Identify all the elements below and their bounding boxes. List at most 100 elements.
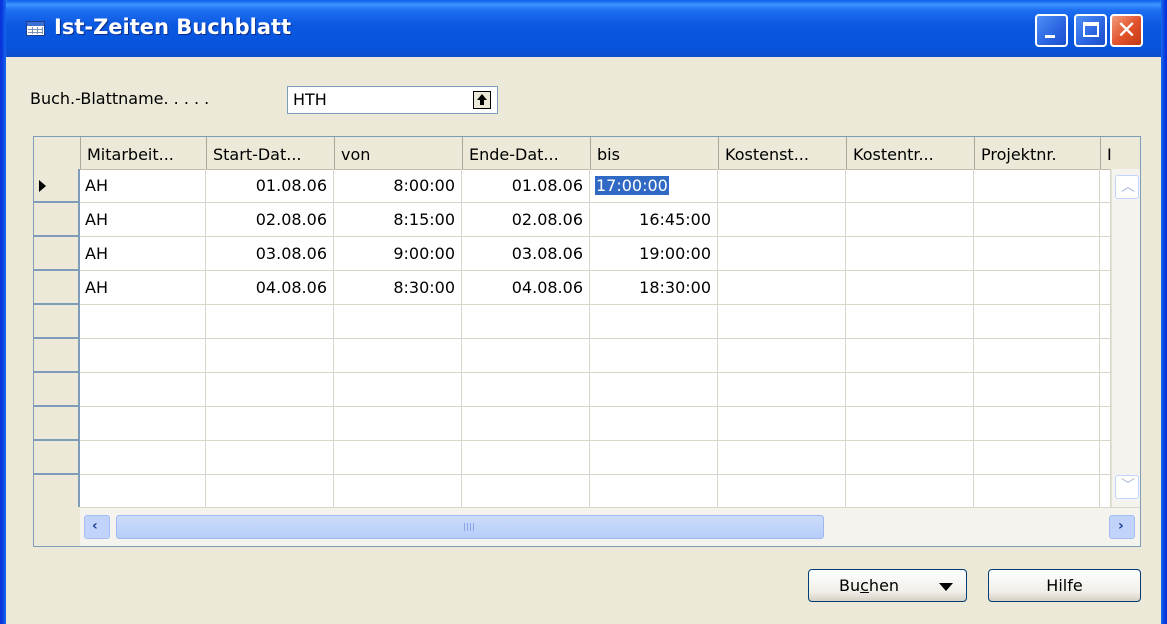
cell-end-date[interactable]: [462, 407, 590, 441]
cell-from[interactable]: 8:00:00: [334, 169, 462, 203]
cell-more[interactable]: [1100, 169, 1111, 203]
cell-cost-center[interactable]: [718, 441, 846, 475]
cell-start-date[interactable]: [206, 305, 334, 339]
cell-end-date[interactable]: 01.08.06: [462, 169, 590, 203]
cell-to[interactable]: [590, 339, 718, 373]
cell-cost-unit[interactable]: [846, 203, 974, 237]
scroll-up-button[interactable]: ︿: [1115, 175, 1139, 199]
maximize-button[interactable]: [1074, 14, 1107, 47]
cell-cost-center[interactable]: [718, 373, 846, 407]
column-header-from[interactable]: von: [334, 137, 462, 169]
cell-employee[interactable]: AH: [80, 237, 206, 271]
cell-to[interactable]: 19:00:00: [590, 237, 718, 271]
cell-cost-center[interactable]: [718, 407, 846, 441]
cell-end-date[interactable]: 02.08.06: [462, 203, 590, 237]
cell-employee[interactable]: AH: [80, 271, 206, 305]
cell-cost-center[interactable]: [718, 203, 846, 237]
post-button[interactable]: Buchen: [808, 569, 967, 602]
vertical-scrollbar[interactable]: ︿ ﹀: [1111, 169, 1140, 507]
batch-name-field[interactable]: HTH: [287, 86, 498, 114]
row-selector[interactable]: [34, 441, 80, 475]
cell-cost-unit[interactable]: [846, 407, 974, 441]
cell-to[interactable]: [590, 441, 718, 475]
cell-project-no[interactable]: [974, 339, 1100, 373]
cell-start-date[interactable]: 03.08.06: [206, 237, 334, 271]
cell-to[interactable]: [590, 475, 718, 509]
cell-employee[interactable]: [80, 339, 206, 373]
cell-cost-unit[interactable]: [846, 237, 974, 271]
cell-start-date[interactable]: [206, 339, 334, 373]
title-bar[interactable]: Ist-Zeiten Buchblatt ✕: [0, 0, 1167, 57]
cell-from[interactable]: [334, 305, 462, 339]
cell-cost-unit[interactable]: [846, 339, 974, 373]
cell-employee[interactable]: AH: [80, 203, 206, 237]
cell-more[interactable]: [1100, 305, 1111, 339]
cell-start-date[interactable]: [206, 407, 334, 441]
horizontal-scroll-thumb[interactable]: [116, 515, 824, 539]
column-header-start-date[interactable]: Start-Dat...: [206, 137, 334, 169]
cell-start-date[interactable]: 02.08.06: [206, 203, 334, 237]
cell-start-date[interactable]: [206, 373, 334, 407]
help-button[interactable]: Hilfe: [988, 569, 1141, 602]
cell-to[interactable]: 17:00:00: [590, 169, 718, 203]
cell-from[interactable]: [334, 441, 462, 475]
cell-employee[interactable]: [80, 373, 206, 407]
cell-more[interactable]: [1100, 373, 1111, 407]
cell-end-date[interactable]: 04.08.06: [462, 271, 590, 305]
table-window-icon[interactable]: [26, 21, 45, 36]
cell-project-no[interactable]: [974, 441, 1100, 475]
cell-project-no[interactable]: [974, 237, 1100, 271]
cell-end-date[interactable]: [462, 339, 590, 373]
column-header-employee[interactable]: Mitarbeit...: [80, 137, 206, 169]
row-selector[interactable]: [34, 339, 80, 373]
column-header-more[interactable]: I: [1100, 137, 1140, 169]
cell-cost-center[interactable]: [718, 237, 846, 271]
row-selector[interactable]: [34, 237, 80, 271]
cell-project-no[interactable]: [974, 305, 1100, 339]
cell-employee[interactable]: [80, 305, 206, 339]
cell-start-date[interactable]: 04.08.06: [206, 271, 334, 305]
row-selector[interactable]: [34, 203, 80, 237]
cell-cost-center[interactable]: [718, 305, 846, 339]
cell-start-date[interactable]: [206, 441, 334, 475]
cell-employee[interactable]: [80, 407, 206, 441]
cell-from[interactable]: 9:00:00: [334, 237, 462, 271]
cell-to[interactable]: 16:45:00: [590, 203, 718, 237]
cell-from[interactable]: [334, 373, 462, 407]
close-button[interactable]: ✕: [1110, 14, 1143, 47]
row-selector[interactable]: [34, 305, 80, 339]
cell-to[interactable]: 18:30:00: [590, 271, 718, 305]
column-header-end-date[interactable]: Ende-Dat...: [462, 137, 590, 169]
cell-employee[interactable]: AH: [80, 169, 206, 203]
cell-more[interactable]: [1100, 203, 1111, 237]
cell-cost-unit[interactable]: [846, 373, 974, 407]
cell-cost-unit[interactable]: [846, 441, 974, 475]
cell-start-date[interactable]: [206, 475, 334, 509]
cell-more[interactable]: [1100, 237, 1111, 271]
cell-cost-center[interactable]: [718, 271, 846, 305]
cell-project-no[interactable]: [974, 373, 1100, 407]
cell-project-no[interactable]: [974, 203, 1100, 237]
cell-from[interactable]: [334, 339, 462, 373]
minimize-button[interactable]: [1035, 14, 1068, 47]
cell-cost-unit[interactable]: [846, 271, 974, 305]
cell-start-date[interactable]: 01.08.06: [206, 169, 334, 203]
cell-cost-unit[interactable]: [846, 169, 974, 203]
cell-end-date[interactable]: [462, 475, 590, 509]
cell-end-date[interactable]: [462, 373, 590, 407]
journal-grid[interactable]: Mitarbeit... Start-Dat... von Ende-Dat..…: [33, 136, 1141, 547]
cell-more[interactable]: [1100, 407, 1111, 441]
column-header-cost-unit[interactable]: Kostentr...: [846, 137, 974, 169]
cell-end-date[interactable]: [462, 441, 590, 475]
cell-cost-center[interactable]: [718, 339, 846, 373]
column-header-cost-center[interactable]: Kostenst...: [718, 137, 846, 169]
cell-more[interactable]: [1100, 475, 1111, 509]
cell-more[interactable]: [1100, 339, 1111, 373]
cell-project-no[interactable]: [974, 407, 1100, 441]
scroll-right-button[interactable]: ›: [1109, 515, 1135, 539]
cell-more[interactable]: [1100, 441, 1111, 475]
cell-project-no[interactable]: [974, 271, 1100, 305]
row-selector[interactable]: [34, 169, 80, 203]
cell-project-no[interactable]: [974, 169, 1100, 203]
cell-from[interactable]: [334, 475, 462, 509]
